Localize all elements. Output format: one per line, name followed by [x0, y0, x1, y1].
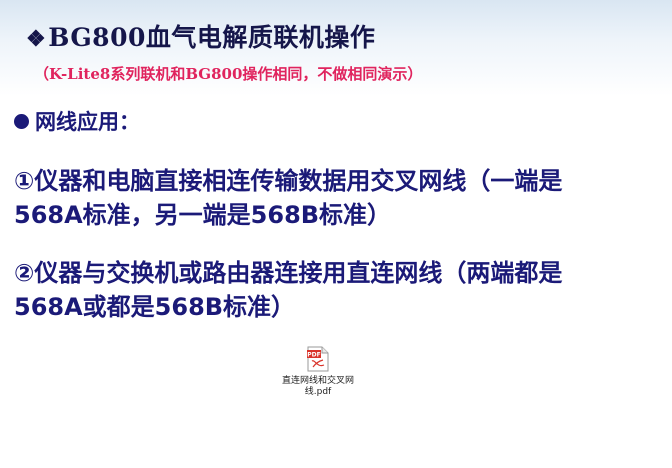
- pdf-icon-label: PDF: [307, 352, 320, 359]
- pdf-file-icon: PDF: [307, 346, 329, 372]
- section-heading: 网线应用：: [14, 106, 140, 136]
- slide-subtitle: （K-Lite8系列联机和BG800操作相同，不做相同演示）: [34, 65, 423, 83]
- paragraph-line: 568A标准，另一端是568B标准）: [14, 201, 392, 229]
- slide-title: ❖BG800血气电解质联机操作: [26, 18, 375, 54]
- slide: ❖BG800血气电解质联机操作 （K-Lite8系列联机和BG800操作相同，不…: [0, 0, 672, 468]
- attachment-filename: 直连网线和交叉网 线.pdf: [276, 376, 360, 398]
- paragraph-line: 568A或都是568B标准）: [14, 293, 296, 321]
- paragraph-crossover-cable: ①仪器和电脑直接相连传输数据用交叉网线（一端是 568A标准，另一端是568B标…: [14, 164, 562, 232]
- section-heading-text: 网线应用：: [35, 110, 140, 134]
- pdf-attachment[interactable]: PDF 直连网线和交叉网 线.pdf: [276, 346, 360, 398]
- paragraph-line: ②仪器与交换机或路由器连接用直连网线（两端都是: [14, 259, 563, 287]
- paragraph-straight-cable: ②仪器与交换机或路由器连接用直连网线（两端都是 568A或都是568B标准）: [14, 256, 562, 324]
- filename-line: 直连网线和交叉网: [281, 376, 354, 386]
- filename-line: 线.pdf: [304, 387, 332, 397]
- bullet-dot-icon: [14, 113, 29, 129]
- paragraph-line: ①仪器和电脑直接相连传输数据用交叉网线（一端是: [14, 167, 563, 195]
- title-text: BG800血气电解质联机操作: [48, 23, 376, 52]
- diamond-bullet-icon: ❖: [26, 26, 47, 52]
